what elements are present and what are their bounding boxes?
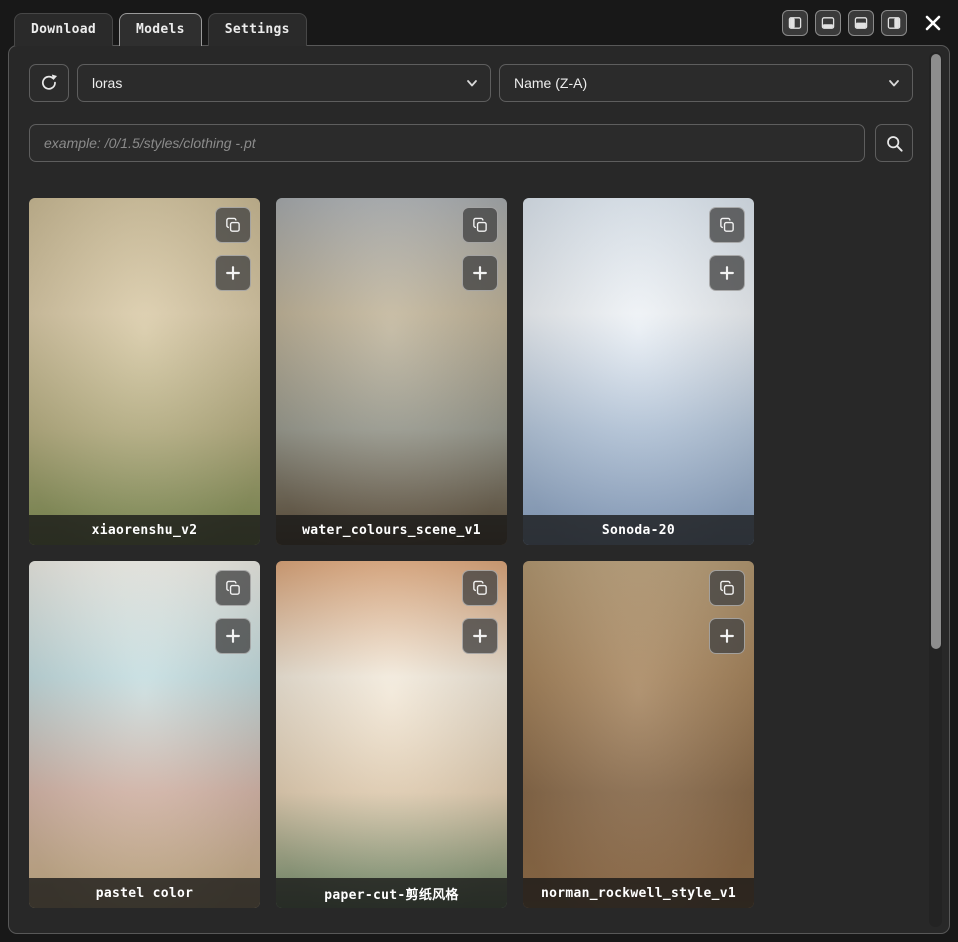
search-input[interactable] (29, 124, 865, 162)
plus-icon (718, 264, 736, 282)
toolbar: loras Name (Z-A) (29, 64, 913, 102)
add-model-button[interactable] (215, 618, 251, 654)
model-name: xiaorenshu_v2 (29, 515, 260, 545)
chevron-down-icon (888, 77, 900, 89)
tab-download[interactable]: Download (14, 13, 113, 46)
folder-select-value: loras (92, 75, 122, 91)
plus-icon (718, 627, 736, 645)
close-icon (923, 13, 943, 33)
copy-icon (718, 579, 736, 597)
model-card-buttons (709, 207, 745, 291)
copy-model-button[interactable] (709, 207, 745, 243)
model-card[interactable]: pastel color (29, 561, 260, 908)
tab-bar: Download Models Settings (14, 13, 307, 45)
add-model-button[interactable] (709, 255, 745, 291)
model-name: norman_rockwell_style_v1 (523, 878, 754, 908)
models-panel-content: loras Name (Z-A) (9, 46, 949, 933)
add-model-button[interactable] (462, 255, 498, 291)
model-card-buttons (462, 570, 498, 654)
dock-right-icon (886, 15, 902, 31)
model-card-buttons (709, 570, 745, 654)
chevron-down-icon (466, 77, 478, 89)
dock-bottom-large-button[interactable] (848, 10, 874, 36)
model-card[interactable]: Sonoda-20 (523, 198, 754, 545)
scrollbar-track[interactable] (929, 52, 942, 927)
folder-select[interactable]: loras (77, 64, 491, 102)
tab-settings[interactable]: Settings (208, 13, 307, 46)
dock-left-button[interactable] (782, 10, 808, 36)
model-card[interactable]: water_colours_scene_v1 (276, 198, 507, 545)
sort-select-value: Name (Z-A) (514, 75, 587, 91)
search-row (29, 124, 913, 162)
search-icon (885, 134, 904, 153)
model-card-buttons (215, 570, 251, 654)
search-button[interactable] (875, 124, 913, 162)
copy-model-button[interactable] (462, 207, 498, 243)
copy-model-button[interactable] (215, 570, 251, 606)
plus-icon (224, 627, 242, 645)
copy-icon (471, 579, 489, 597)
model-browser-window: Download Models Settings (8, 8, 950, 934)
models-panel: loras Name (Z-A) (8, 45, 950, 934)
dock-bottom-icon (820, 15, 836, 31)
model-card-buttons (215, 207, 251, 291)
copy-model-button[interactable] (709, 570, 745, 606)
refresh-button[interactable] (29, 64, 69, 102)
copy-icon (718, 216, 736, 234)
plus-icon (224, 264, 242, 282)
model-name: water_colours_scene_v1 (276, 515, 507, 545)
copy-icon (224, 579, 242, 597)
dock-bottom-button[interactable] (815, 10, 841, 36)
scrollbar-thumb[interactable] (931, 54, 941, 649)
model-name: pastel color (29, 878, 260, 908)
copy-icon (471, 216, 489, 234)
copy-model-button[interactable] (462, 570, 498, 606)
model-name: Sonoda-20 (523, 515, 754, 545)
model-card[interactable]: paper-cut-剪纸风格 (276, 561, 507, 908)
model-grid: xiaorenshu_v2 water_colours_scene_v1 (29, 198, 913, 908)
sort-select[interactable]: Name (Z-A) (499, 64, 913, 102)
close-button[interactable] (918, 8, 948, 38)
model-card[interactable]: norman_rockwell_style_v1 (523, 561, 754, 908)
tab-models[interactable]: Models (119, 13, 202, 46)
dock-left-icon (787, 15, 803, 31)
model-name: paper-cut-剪纸风格 (276, 878, 507, 908)
model-card-buttons (462, 207, 498, 291)
dock-bottom-large-icon (853, 15, 869, 31)
add-model-button[interactable] (462, 618, 498, 654)
add-model-button[interactable] (709, 618, 745, 654)
plus-icon (471, 264, 489, 282)
copy-model-button[interactable] (215, 207, 251, 243)
titlebar: Download Models Settings (8, 8, 950, 45)
refresh-icon (39, 73, 59, 93)
window-controls (782, 8, 948, 45)
dock-right-button[interactable] (881, 10, 907, 36)
model-card[interactable]: xiaorenshu_v2 (29, 198, 260, 545)
plus-icon (471, 627, 489, 645)
add-model-button[interactable] (215, 255, 251, 291)
copy-icon (224, 216, 242, 234)
